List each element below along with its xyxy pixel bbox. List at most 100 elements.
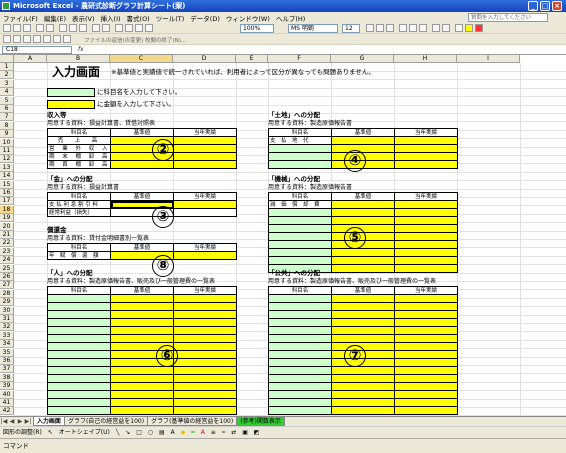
name-cell[interactable] [268, 208, 332, 217]
review-end-label[interactable]: ファイルの返信(の変更) 校閲の終了(N)... [84, 36, 186, 44]
row-header[interactable]: 34 [0, 340, 14, 349]
sheet-tab-graph-base[interactable]: グラフ(基準値の経営益を100) [147, 417, 238, 426]
align-right-icon[interactable] [419, 24, 427, 32]
row-header[interactable]: 19 [0, 214, 14, 223]
input-cell[interactable] [331, 136, 395, 145]
name-cell[interactable] [268, 310, 332, 319]
open-icon[interactable] [13, 24, 21, 32]
review-icon-2[interactable] [13, 35, 21, 43]
shadow-icon[interactable]: ▣ [242, 427, 248, 438]
print-icon[interactable] [36, 24, 44, 32]
maximize-button[interactable]: □ [540, 1, 550, 11]
row-header[interactable]: 27 [0, 281, 14, 290]
input-cell[interactable] [394, 256, 458, 265]
input-cell[interactable] [173, 390, 237, 399]
input-cell[interactable] [394, 240, 458, 249]
row-header[interactable]: 35 [0, 348, 14, 357]
italic-icon[interactable] [376, 24, 384, 32]
input-cell[interactable] [173, 334, 237, 343]
input-cell[interactable] [394, 326, 458, 335]
input-cell[interactable] [173, 302, 237, 311]
input-cell[interactable] [110, 302, 174, 311]
row-header[interactable]: 23 [0, 247, 14, 256]
input-cell[interactable] [173, 406, 237, 415]
input-cell[interactable] [173, 318, 237, 327]
sum-icon[interactable] [115, 24, 123, 32]
input-cell[interactable] [331, 294, 395, 303]
input-cell[interactable] [110, 382, 174, 391]
name-cell[interactable] [268, 374, 332, 383]
input-cell[interactable] [394, 224, 458, 233]
row-header[interactable]: 37 [0, 365, 14, 374]
name-cell[interactable] [268, 160, 332, 169]
name-cell[interactable] [47, 342, 111, 351]
chart-icon[interactable] [145, 24, 153, 32]
input-cell[interactable] [173, 251, 237, 260]
column-header-a[interactable]: A [14, 55, 47, 63]
input-cell[interactable] [173, 294, 237, 303]
fill-bucket-icon[interactable]: ◆ [181, 427, 186, 438]
review-icon-6[interactable] [53, 35, 61, 43]
name-cell[interactable] [268, 144, 332, 153]
review-icon-1[interactable] [3, 35, 11, 43]
align-center-icon[interactable] [409, 24, 417, 32]
name-cell[interactable] [47, 358, 111, 367]
line-color-icon[interactable]: ━ [191, 427, 195, 438]
input-cell[interactable] [394, 248, 458, 257]
input-cell[interactable] [331, 264, 395, 273]
name-cell[interactable] [268, 390, 332, 399]
name-cell[interactable] [268, 294, 332, 303]
row-header[interactable]: 33 [0, 331, 14, 340]
input-cell[interactable] [394, 152, 458, 161]
input-cell[interactable] [173, 136, 237, 145]
fill-color-icon[interactable] [465, 24, 473, 32]
name-cell[interactable] [268, 398, 332, 407]
row-header[interactable]: 29 [0, 298, 14, 307]
row-header[interactable]: 14 [0, 172, 14, 181]
input-cell[interactable] [110, 390, 174, 399]
input-cell[interactable] [394, 232, 458, 241]
row-header[interactable]: 38 [0, 373, 14, 382]
row-header[interactable]: 21 [0, 231, 14, 239]
input-cell[interactable] [394, 310, 458, 319]
input-cell[interactable] [394, 136, 458, 145]
sheet-tab-graph-own[interactable]: グラフ(自己の経営益を100) [63, 417, 149, 426]
input-cell[interactable] [394, 208, 458, 217]
name-cell[interactable] [47, 318, 111, 327]
input-cell[interactable] [331, 318, 395, 327]
input-cell[interactable] [394, 390, 458, 399]
review-icon-7[interactable] [63, 35, 71, 43]
border-icon[interactable] [455, 24, 463, 32]
row-header[interactable]: 42 [0, 407, 14, 416]
percent-icon[interactable] [442, 24, 450, 32]
input-cell[interactable] [110, 326, 174, 335]
input-cell[interactable] [331, 326, 395, 335]
input-cell[interactable] [173, 144, 237, 153]
input-cell[interactable] [394, 302, 458, 311]
input-cell[interactable] [173, 326, 237, 335]
input-cell[interactable] [394, 216, 458, 225]
input-cell[interactable] [173, 160, 237, 169]
autoshape-menu[interactable]: オートシェイプ(U) [59, 427, 110, 438]
row-header[interactable]: 2 [0, 71, 14, 80]
new-icon[interactable] [3, 24, 11, 32]
input-cell[interactable] [394, 334, 458, 343]
input-cell[interactable] [173, 152, 237, 161]
prev-sheet-icon[interactable]: ◀ [8, 418, 16, 426]
align-left-icon[interactable] [399, 24, 407, 32]
font-color-icon[interactable] [475, 24, 483, 32]
help-search-input[interactable]: 質問を入力してください [468, 13, 548, 22]
line-icon[interactable]: ╲ [116, 427, 120, 438]
row-header[interactable]: 30 [0, 306, 14, 315]
preview-icon[interactable] [46, 24, 54, 32]
input-cell[interactable] [331, 208, 395, 217]
undo-icon[interactable] [92, 24, 100, 32]
input-cell[interactable] [331, 200, 395, 209]
row-header[interactable]: 7 [0, 113, 14, 122]
input-cell[interactable] [173, 350, 237, 359]
row-header[interactable]: 41 [0, 399, 14, 407]
select-all-corner[interactable] [0, 55, 14, 63]
worksheet-grid[interactable]: ABCDEFGHI 1 2 3 4 5 6 7 8 9 10 11 12 13 14 15 16 17 18 19 2… [0, 55, 566, 416]
input-cell[interactable] [331, 398, 395, 407]
input-cell[interactable] [394, 350, 458, 359]
